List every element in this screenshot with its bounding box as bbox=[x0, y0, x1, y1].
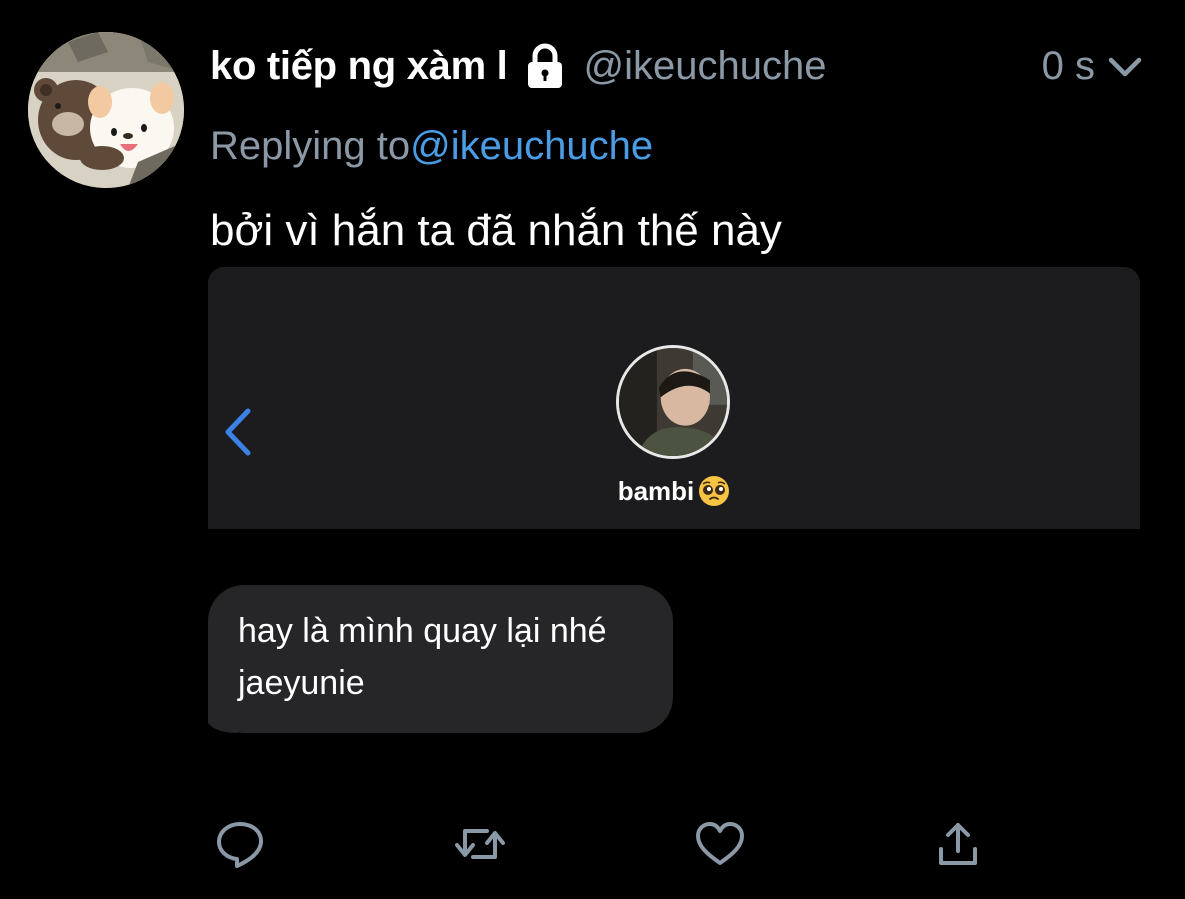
user-handle[interactable]: @ikeuchuche bbox=[584, 44, 827, 89]
contact-name: bambi bbox=[617, 475, 695, 506]
tweet-meta: 0 s bbox=[1042, 38, 1145, 94]
message-bubble: hay là mình quay lại nhé jaeyunie bbox=[208, 585, 673, 733]
reply-icon bbox=[217, 822, 263, 868]
bear-dog-cartoon-avatar bbox=[28, 32, 184, 188]
tweet[interactable]: ko tiếp ng xàm l @ikeuchuche 0 s Replyin… bbox=[0, 0, 1185, 899]
replying-mention-link[interactable]: @ikeuchuche bbox=[410, 124, 653, 169]
display-name[interactable]: ko tiếp ng xàm l bbox=[210, 44, 508, 89]
lock-icon bbox=[520, 41, 570, 91]
timestamp: 0 s bbox=[1041, 43, 1095, 88]
like-button[interactable] bbox=[690, 812, 750, 876]
tweet-header: ko tiếp ng xàm l @ikeuchuche bbox=[210, 38, 826, 94]
contact-name-row: bambi bbox=[208, 475, 1140, 507]
share-button[interactable] bbox=[928, 812, 988, 876]
retweet-icon bbox=[455, 829, 505, 859]
retweet-button[interactable] bbox=[450, 812, 510, 876]
chat-header: bambi bbox=[208, 267, 1140, 529]
reply-button[interactable] bbox=[210, 812, 270, 876]
contact-photo bbox=[616, 345, 730, 459]
pleading-face-emoji bbox=[698, 475, 730, 507]
replying-to: Replying to @ikeuchuche bbox=[210, 120, 653, 172]
attached-image[interactable]: bambi hay là mình quay lại nhé jaeyunie bbox=[208, 267, 1140, 770]
message-bubble-tail bbox=[208, 697, 238, 733]
replying-prefix: Replying to bbox=[210, 123, 411, 168]
share-icon bbox=[939, 823, 977, 865]
tweet-text: bởi vì hắn ta đã nhắn thế này bbox=[210, 206, 782, 255]
message-text: hay là mình quay lại nhé jaeyunie bbox=[238, 612, 607, 702]
heart-icon bbox=[696, 822, 744, 865]
back-arrow-icon bbox=[220, 405, 256, 459]
user-avatar[interactable] bbox=[28, 32, 184, 188]
chevron-down-icon[interactable] bbox=[1105, 46, 1145, 86]
action-bar bbox=[0, 812, 1185, 882]
